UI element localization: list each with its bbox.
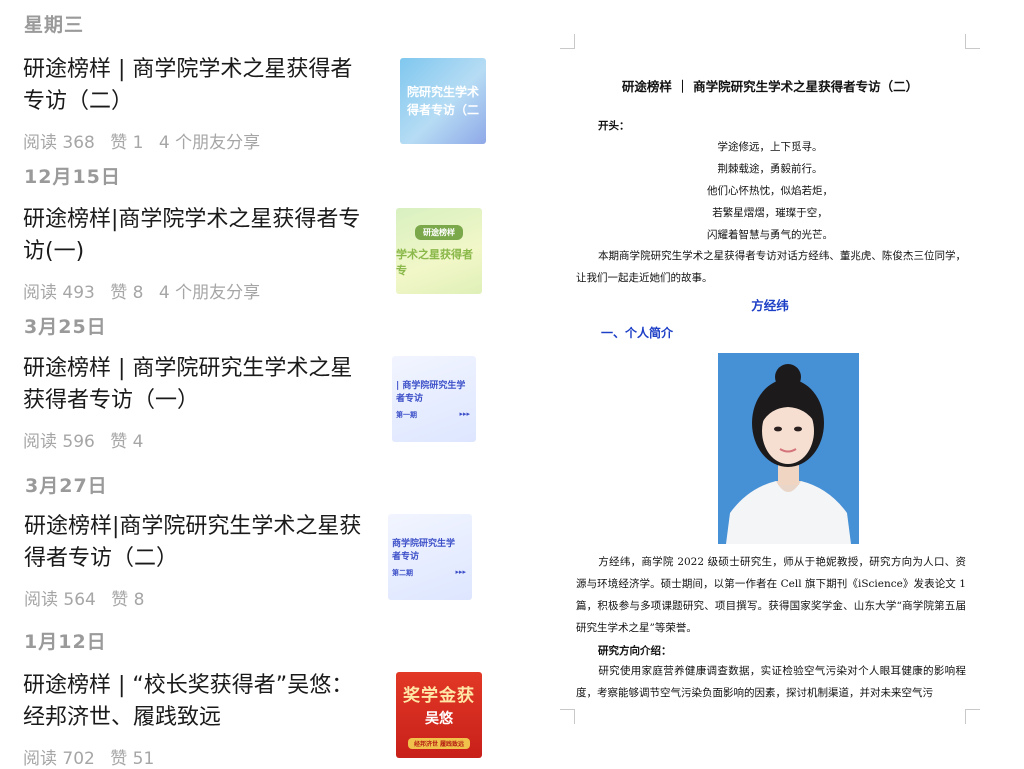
thumbnail-text: 奖学金获: [403, 686, 475, 706]
intro-paragraph-text: 本期商学院研究生学术之星获得者专访对话方经纬、董兆虎、陈俊杰三位同学，让我们一起…: [576, 250, 966, 284]
like-count: 赞 1: [110, 133, 144, 153]
arrow-icon: ▸▸▸: [459, 410, 470, 418]
arrow-icon: ▸▸▸: [455, 568, 466, 576]
date-header: 星期三: [24, 14, 85, 36]
date-header: 3月27日: [25, 475, 108, 497]
article-item[interactable]: 研途榜样 | “校长奖获得者”吴悠： 经邦济世、履践致远 阅读 702 赞 51: [23, 670, 383, 769]
thumbnail-text: 吴悠: [425, 711, 453, 727]
article-title[interactable]: 研途榜样 | “校长奖获得者”吴悠： 经邦济世、履践致远: [23, 670, 383, 734]
page-corner-mark: [560, 709, 575, 724]
poem-line: 他们心怀热忱，似焰若炬，: [707, 185, 833, 197]
article-meta: 阅读 368 赞 1 4 个朋友分享: [23, 128, 383, 153]
article-thumbnail[interactable]: 院研究生学术 得者专访（二: [400, 58, 486, 144]
article-item[interactable]: 研途榜样|商学院学术之星获得者专 访(一) 阅读 493 赞 8 4 个朋友分享: [23, 204, 383, 303]
article-title[interactable]: 研途榜样|商学院研究生学术之星获 得者专访（二）: [24, 511, 384, 575]
article-thumbnail[interactable]: | 商学院研究生学 者专访 第一期 ▸▸▸: [392, 356, 476, 442]
article-thumbnail[interactable]: 奖学金获 吴悠 经邦济世 履践致远: [396, 672, 482, 758]
read-count: 阅读 596: [23, 432, 95, 452]
like-count: 赞 4: [110, 432, 144, 452]
article-title-line: 研途榜样|商学院学术之星获得者专: [23, 207, 361, 232]
research-paragraph-text: 研究使用家庭营养健康调查数据，实证检验空气污染对个人眼耳健康的影响程度，考察能够…: [576, 665, 966, 699]
research-label: 研究方向介绍：: [598, 645, 672, 657]
article-title-line: 研途榜样|商学院研究生学术之星获: [24, 514, 362, 539]
article-title-line: 获得者专访（一）: [23, 388, 200, 413]
article-title-line: 研途榜样 | 商学院研究生学术之星: [23, 356, 353, 381]
poem-line: 若繁星熠熠，璀璨于空，: [712, 207, 828, 219]
thumbnail-text: 院研究生学术: [406, 85, 479, 99]
poem-line: 荆棘载途，勇毅前行。: [717, 163, 823, 175]
thumbnail-text: | 商学院研究生学: [396, 381, 466, 391]
article-meta: 阅读 564 赞 8: [24, 585, 384, 610]
article-title[interactable]: 研途榜样 | 商学院学术之星获得者 专访（二）: [23, 54, 383, 118]
page-corner-mark: [965, 34, 980, 49]
article-title[interactable]: 研途榜样|商学院学术之星获得者专 访(一): [23, 204, 383, 268]
friend-share-count: 4 个朋友分享: [158, 133, 261, 153]
article-title-line: 访(一): [23, 239, 85, 264]
thumbnail-issue: 第一期: [396, 411, 417, 419]
poem-line: 闪耀着智慧与勇气的光芒。: [707, 229, 833, 241]
thumbnail-text: 者专访: [396, 394, 424, 404]
person-name-heading: 方经纬: [751, 298, 789, 313]
friend-share-count: 4 个朋友分享: [158, 283, 261, 303]
intro-paragraph: 本期商学院研究生学术之星获得者专访对话方经纬、董兆虎、陈俊杰三位同学，让我们一起…: [576, 245, 966, 289]
page-corner-mark: [560, 34, 575, 49]
portrait-photo: [718, 353, 859, 544]
article-item[interactable]: 研途榜样 | 商学院学术之星获得者 专访（二） 阅读 368 赞 1 4 个朋友…: [23, 54, 383, 153]
thumbnail-text: 学术之星获得者专: [396, 247, 473, 277]
bio-paragraph-text: 方经纬，商学院 2022 级硕士研究生，师从于艳妮教授，研究方向为人口、资源与环…: [576, 556, 966, 634]
article-item[interactable]: 研途榜样 | 商学院研究生学术之星 获得者专访（一） 阅读 596 赞 4: [23, 353, 383, 452]
page-corner-mark: [965, 709, 980, 724]
read-count: 阅读 702: [23, 749, 95, 769]
article-meta: 阅读 702 赞 51: [23, 744, 383, 769]
date-header: 1月12日: [24, 631, 107, 653]
article-meta: 阅读 493 赞 8 4 个朋友分享: [23, 278, 383, 303]
article-title-line: 经邦济世、履践致远: [23, 705, 222, 730]
portrait-illustration: [718, 353, 859, 544]
read-count: 阅读 368: [23, 133, 95, 153]
article-title-line: 研途榜样 | “校长奖获得者”吴悠：: [23, 673, 354, 698]
thumbnail-footer: 第一期 ▸▸▸: [396, 410, 476, 420]
thumbnail-text: 商学院研究生学: [392, 539, 456, 549]
article-thumbnail[interactable]: 研途榜样 学术之星获得者专: [396, 208, 482, 294]
intro-label: 开头：: [598, 120, 630, 132]
document-page: 研途榜样 ｜ 商学院研究生学术之星获得者专访（二） 开头： 学途修远，上下觅寻。…: [560, 34, 980, 724]
thumbnail-footer: 经邦济世 履践致远: [407, 738, 471, 749]
section-heading: 一、个人简介: [601, 326, 674, 340]
read-count: 阅读 564: [24, 590, 96, 610]
article-title-line: 得者专访（二）: [24, 546, 179, 571]
document-title: 研途榜样 ｜ 商学院研究生学术之星获得者专访（二）: [621, 79, 919, 94]
like-count: 赞 51: [110, 749, 155, 769]
like-count: 赞 8: [111, 590, 145, 610]
article-title[interactable]: 研途榜样 | 商学院研究生学术之星 获得者专访（一）: [23, 353, 383, 417]
research-paragraph: 研究使用家庭营养健康调查数据，实证检验空气污染对个人眼耳健康的影响程度，考察能够…: [576, 660, 966, 704]
thumbnail-issue: 第二期: [392, 569, 413, 577]
date-header: 3月25日: [24, 316, 107, 338]
article-item[interactable]: 研途榜样|商学院研究生学术之星获 得者专访（二） 阅读 564 赞 8: [24, 511, 384, 610]
like-count: 赞 8: [110, 283, 144, 303]
thumbnail-text: 者专访: [392, 552, 420, 562]
date-header: 12月15日: [24, 166, 121, 188]
article-meta: 阅读 596 赞 4: [23, 427, 383, 452]
thumbnail-footer: 第二期 ▸▸▸: [392, 568, 472, 578]
poem-line: 学途修远，上下觅寻。: [717, 141, 823, 153]
bio-paragraph: 方经纬，商学院 2022 级硕士研究生，师从于艳妮教授，研究方向为人口、资源与环…: [576, 551, 966, 639]
thumbnail-badge: 研途榜样: [415, 224, 463, 240]
article-title-line: 研途榜样 | 商学院学术之星获得者: [23, 57, 353, 82]
article-title-line: 专访（二）: [23, 89, 134, 114]
thumbnail-text: 得者专访（二: [406, 103, 479, 117]
article-thumbnail[interactable]: 商学院研究生学 者专访 第二期 ▸▸▸: [388, 514, 472, 600]
article-feed: 星期三 研途榜样 | 商学院学术之星获得者 专访（二） 阅读 368 赞 1 4…: [0, 0, 520, 769]
read-count: 阅读 493: [23, 283, 95, 303]
